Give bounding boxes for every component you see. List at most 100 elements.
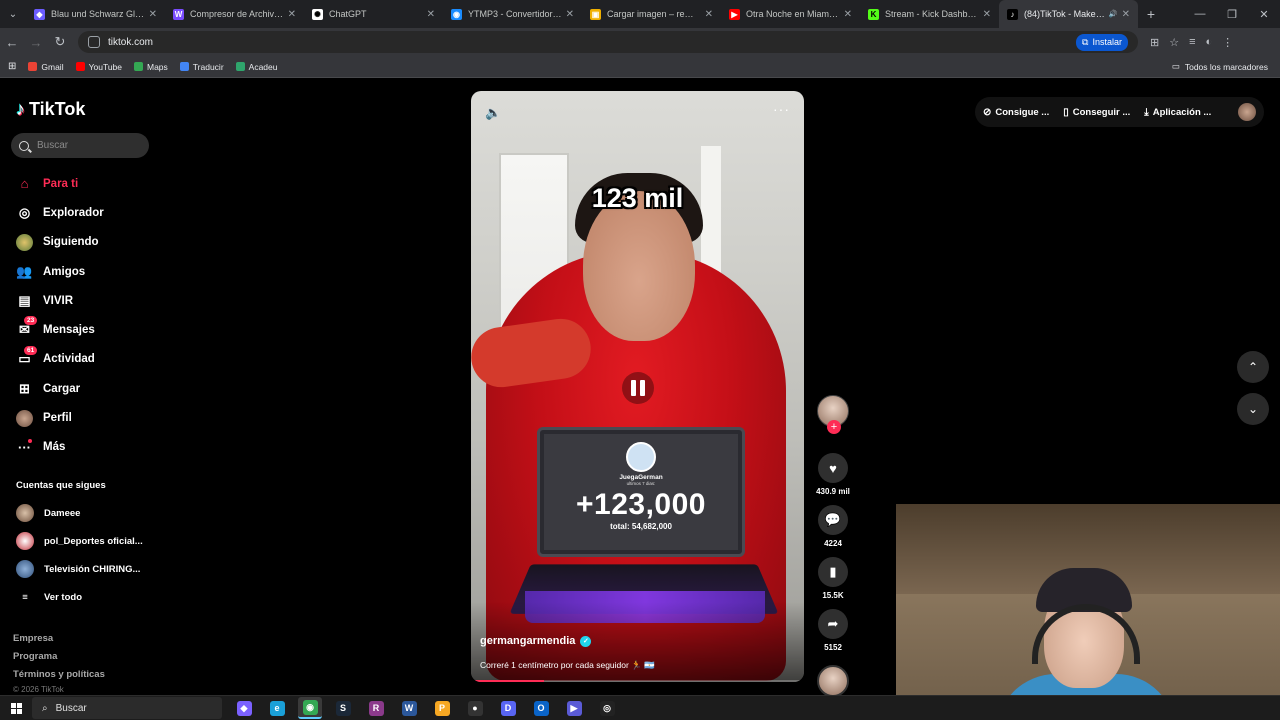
share-button[interactable]: ➦ <box>818 609 848 639</box>
close-window-button[interactable]: ✕ <box>1248 8 1280 21</box>
copilot-icon: ◆ <box>236 700 252 716</box>
nav-item-upload[interactable]: ⊞ Cargar <box>16 374 104 403</box>
account-avatar <box>16 560 34 578</box>
get-coins-button[interactable]: ⊘ Consigue ... <box>983 107 1049 118</box>
bookmark-item[interactable]: Traducir <box>179 61 224 72</box>
taskbar-app[interactable]: D <box>496 697 520 719</box>
following-account[interactable]: pol_Deportes oficial... <box>16 527 156 555</box>
bookmark-item[interactable]: Acadeu <box>235 62 278 72</box>
tab-close-icon[interactable]: ✕ <box>1122 9 1130 20</box>
nav-item-home[interactable]: ⌂ Para ti <box>16 169 104 198</box>
browser-tab[interactable]: ▣ Cargar imagen – remove.b ✕ <box>582 0 721 28</box>
site-info-icon[interactable] <box>88 36 100 48</box>
start-button[interactable] <box>0 702 32 714</box>
maximize-button[interactable]: ❐ <box>1216 8 1248 21</box>
tab-close-icon[interactable]: ✕ <box>288 9 296 20</box>
nav-label: Actividad <box>43 353 95 366</box>
save-button[interactable]: ▮ <box>818 557 848 587</box>
nav-item-following-avatar[interactable]: Siguiendo <box>16 228 104 257</box>
nav-item-friends[interactable]: 👥 Amigos <box>16 257 104 286</box>
previous-video-button[interactable]: ⌃ <box>1237 351 1269 383</box>
forward-button[interactable]: → <box>24 35 48 50</box>
translate-icon[interactable]: ⊞ <box>1150 36 1159 49</box>
bookmark-star-icon[interactable]: ☆ <box>1169 36 1179 49</box>
sound-disc-icon[interactable] <box>817 665 849 697</box>
taskbar-search[interactable]: ⌕ Buscar <box>32 697 222 719</box>
nav-item-more[interactable]: ··· Más <box>16 433 104 462</box>
more-options-icon[interactable]: ··· <box>773 101 790 117</box>
browser-tab[interactable]: W Compresor de Archivos – ✕ <box>165 0 304 28</box>
browser-tab[interactable]: ◉ YTMP3 - Convertidor grat ✕ <box>443 0 582 28</box>
tab-favicon-icon: ◆ <box>34 8 45 20</box>
browser-tab[interactable]: ◆ Blau und Schwarz Glow Wi ✕ <box>26 0 165 28</box>
user-avatar[interactable] <box>1238 103 1256 121</box>
follow-plus-icon[interactable]: + <box>827 420 841 434</box>
browser-tab[interactable]: K Stream - Kick Dashboard ✕ <box>860 0 999 28</box>
following-account[interactable]: Dameee <box>16 499 156 527</box>
taskbar-app[interactable]: R <box>364 697 388 719</box>
tab-close-icon[interactable]: ✕ <box>705 9 713 20</box>
tab-close-icon[interactable]: ✕ <box>844 9 852 20</box>
browser-tab[interactable]: ✺ ChatGPT ✕ <box>304 0 443 28</box>
video-player[interactable]: JuegaGerman ultimos 7 dias: +123,000 tot… <box>471 91 804 682</box>
taskbar-app[interactable]: P <box>430 697 454 719</box>
following-account[interactable]: Televisión CHIRING... <box>16 555 156 583</box>
bookmark-item[interactable]: Maps <box>134 62 168 72</box>
back-button[interactable]: ← <box>0 35 24 50</box>
apps-grid-icon[interactable]: ⊞ <box>8 61 16 72</box>
tab-close-icon[interactable]: ✕ <box>983 9 991 20</box>
address-bar[interactable]: tiktok.com ⧉ Instalar <box>78 31 1138 53</box>
taskbar-app[interactable]: S <box>331 697 355 719</box>
bookmark-item[interactable]: Gmail <box>28 62 64 72</box>
tab-audio-icon[interactable]: 🔊 <box>1109 10 1118 18</box>
get-app-button[interactable]: ▯ Conseguir ... <box>1063 107 1130 118</box>
minimize-button[interactable]: — <box>1184 8 1216 21</box>
taskbar-app[interactable]: ◆ <box>232 697 256 719</box>
bookmark-favicon-icon <box>134 62 143 71</box>
nav-item-activity[interactable]: ▭ Actividad 61 <box>16 345 104 374</box>
tiktok-logo[interactable]: ♪ TikTok <box>16 99 85 120</box>
tab-close-icon[interactable]: ✕ <box>427 9 435 20</box>
browser-tab[interactable]: ▶ Otra Noche en Miami - Yo ✕ <box>721 0 860 28</box>
media-controls-icon[interactable]: ≡ <box>1189 36 1195 49</box>
like-button[interactable]: ♥ <box>818 453 848 483</box>
comment-button[interactable]: 💬 <box>818 505 848 535</box>
share-count: 5152 <box>824 643 842 652</box>
taskbar-app[interactable]: ▶ <box>562 697 586 719</box>
taskbar-app[interactable]: e <box>265 697 289 719</box>
next-video-button[interactable]: ⌄ <box>1237 393 1269 425</box>
taskbar-app[interactable]: O <box>529 697 553 719</box>
nav-item-profile-avatar[interactable]: Perfil <box>16 403 104 432</box>
install-app-button[interactable]: ⧉ Instalar <box>1076 33 1128 51</box>
url-text: tiktok.com <box>108 36 154 48</box>
video-progress-bar[interactable] <box>471 680 804 682</box>
tab-close-icon[interactable]: ✕ <box>566 9 574 20</box>
taskbar-app[interactable]: ◉ <box>298 697 322 719</box>
browser-tab[interactable]: ♪ (84)TikTok - Make You 🔊 ✕ <box>999 0 1138 28</box>
video-author[interactable]: germangarmendia ✓ <box>480 635 592 647</box>
volume-icon[interactable]: 🔈 <box>485 105 501 121</box>
pause-button[interactable] <box>622 372 654 404</box>
see-all-button[interactable]: ≡ Ver todo <box>16 583 156 611</box>
nav-item-live[interactable]: ▤ VIVIR <box>16 286 104 315</box>
browser-menu-icon[interactable]: ⋮ <box>1222 36 1233 49</box>
reload-button[interactable]: ↻ <box>48 34 72 50</box>
profile-icon[interactable]: ◐ <box>1206 36 1213 49</box>
tab-search-button[interactable]: ⌄ <box>0 0 26 28</box>
taskbar-app[interactable]: ● <box>463 697 487 719</box>
nav-item-compass[interactable]: ◎ Explorador <box>16 198 104 227</box>
tab-close-icon[interactable]: ✕ <box>149 9 157 20</box>
bookmark-label: Traducir <box>192 61 224 72</box>
all-bookmarks-button[interactable]: ▭ Todos los marcadores <box>1172 61 1268 72</box>
taskbar-app[interactable]: W <box>397 697 421 719</box>
taskbar-app[interactable]: ◎ <box>595 697 619 719</box>
chevron-down-icon: ⌄ <box>1247 402 1259 416</box>
search-input[interactable]: Buscar <box>11 133 149 158</box>
new-tab-button[interactable]: + <box>1138 6 1164 22</box>
bookmark-item[interactable]: YouTube <box>75 62 122 72</box>
footer-link[interactable]: Programa <box>13 651 105 669</box>
footer-link[interactable]: Empresa <box>13 633 105 651</box>
nav-item-messages[interactable]: ✉ Mensajes 23 <box>16 315 104 344</box>
author-avatar[interactable]: + <box>817 395 849 434</box>
desktop-app-button[interactable]: ⤓ Aplicación ... <box>1144 107 1211 118</box>
